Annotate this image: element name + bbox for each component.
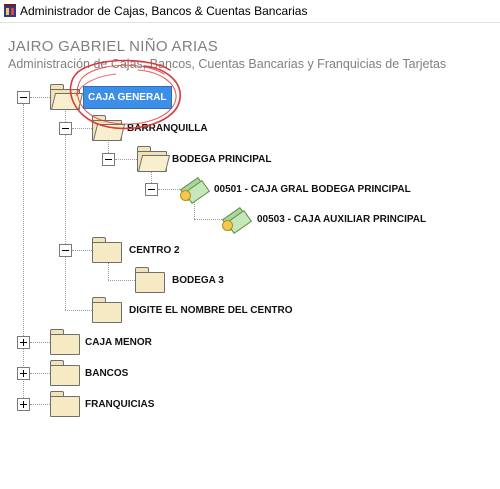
tree-connector [108, 260, 109, 280]
tree-connector [65, 310, 92, 311]
tree-connector [194, 219, 222, 220]
folder-open-icon [92, 115, 126, 141]
tree-connector [72, 128, 92, 129]
tree-node-caja-menor[interactable]: CAJA MENOR [85, 337, 152, 348]
tree-connector [158, 189, 180, 190]
tree-node-caja-00503[interactable]: 00503 - CAJA AUXILIAR PRINCIPAL [257, 214, 426, 225]
collapse-toggle[interactable] [17, 91, 30, 104]
tree-node-bodega-3[interactable]: BODEGA 3 [172, 275, 224, 286]
folder-icon [50, 329, 80, 355]
tree-node-digite-centro[interactable]: DIGITE EL NOMBRE DEL CENTRO [129, 305, 293, 316]
collapse-toggle[interactable] [102, 153, 115, 166]
tree-connector [65, 105, 66, 310]
tree-node-barranquilla[interactable]: BARRANQUILLA [127, 123, 208, 134]
collapse-toggle[interactable] [59, 244, 72, 257]
tree-node-franquicias[interactable]: FRANQUICIAS [85, 399, 154, 410]
tree-connector [108, 280, 135, 281]
tree-connector [30, 342, 50, 343]
folder-open-icon [50, 84, 84, 110]
tree-node-bancos[interactable]: BANCOS [85, 368, 128, 379]
tree-node-bodega-principal[interactable]: BODEGA PRINCIPAL [172, 154, 271, 165]
tree-connector [72, 250, 92, 251]
tree-node-caja-general[interactable]: CAJA GENERAL [83, 86, 172, 109]
tree-node-caja-00501[interactable]: 00501 - CAJA GRAL BODEGA PRINCIPAL [214, 184, 411, 195]
collapse-toggle[interactable] [59, 122, 72, 135]
folder-icon [135, 267, 165, 293]
folder-icon [50, 360, 80, 386]
folder-icon [50, 391, 80, 417]
tree-connector [23, 104, 24, 404]
money-icon [221, 206, 253, 235]
expand-toggle[interactable] [17, 336, 30, 349]
folder-icon [92, 297, 122, 323]
tree-connector [115, 159, 137, 160]
collapse-toggle[interactable] [145, 183, 158, 196]
tree-node-centro-2[interactable]: CENTRO 2 [129, 245, 180, 256]
folder-icon [92, 237, 122, 263]
expand-toggle[interactable] [17, 398, 30, 411]
tree-connector [30, 97, 50, 98]
account-tree: CAJA GENERAL BARRANQUILLA BODEGA PRINCIP… [0, 0, 500, 489]
expand-toggle[interactable] [17, 367, 30, 380]
tree-connector [30, 404, 50, 405]
tree-connector [30, 373, 50, 374]
money-icon [179, 176, 211, 205]
folder-open-icon [137, 146, 171, 172]
